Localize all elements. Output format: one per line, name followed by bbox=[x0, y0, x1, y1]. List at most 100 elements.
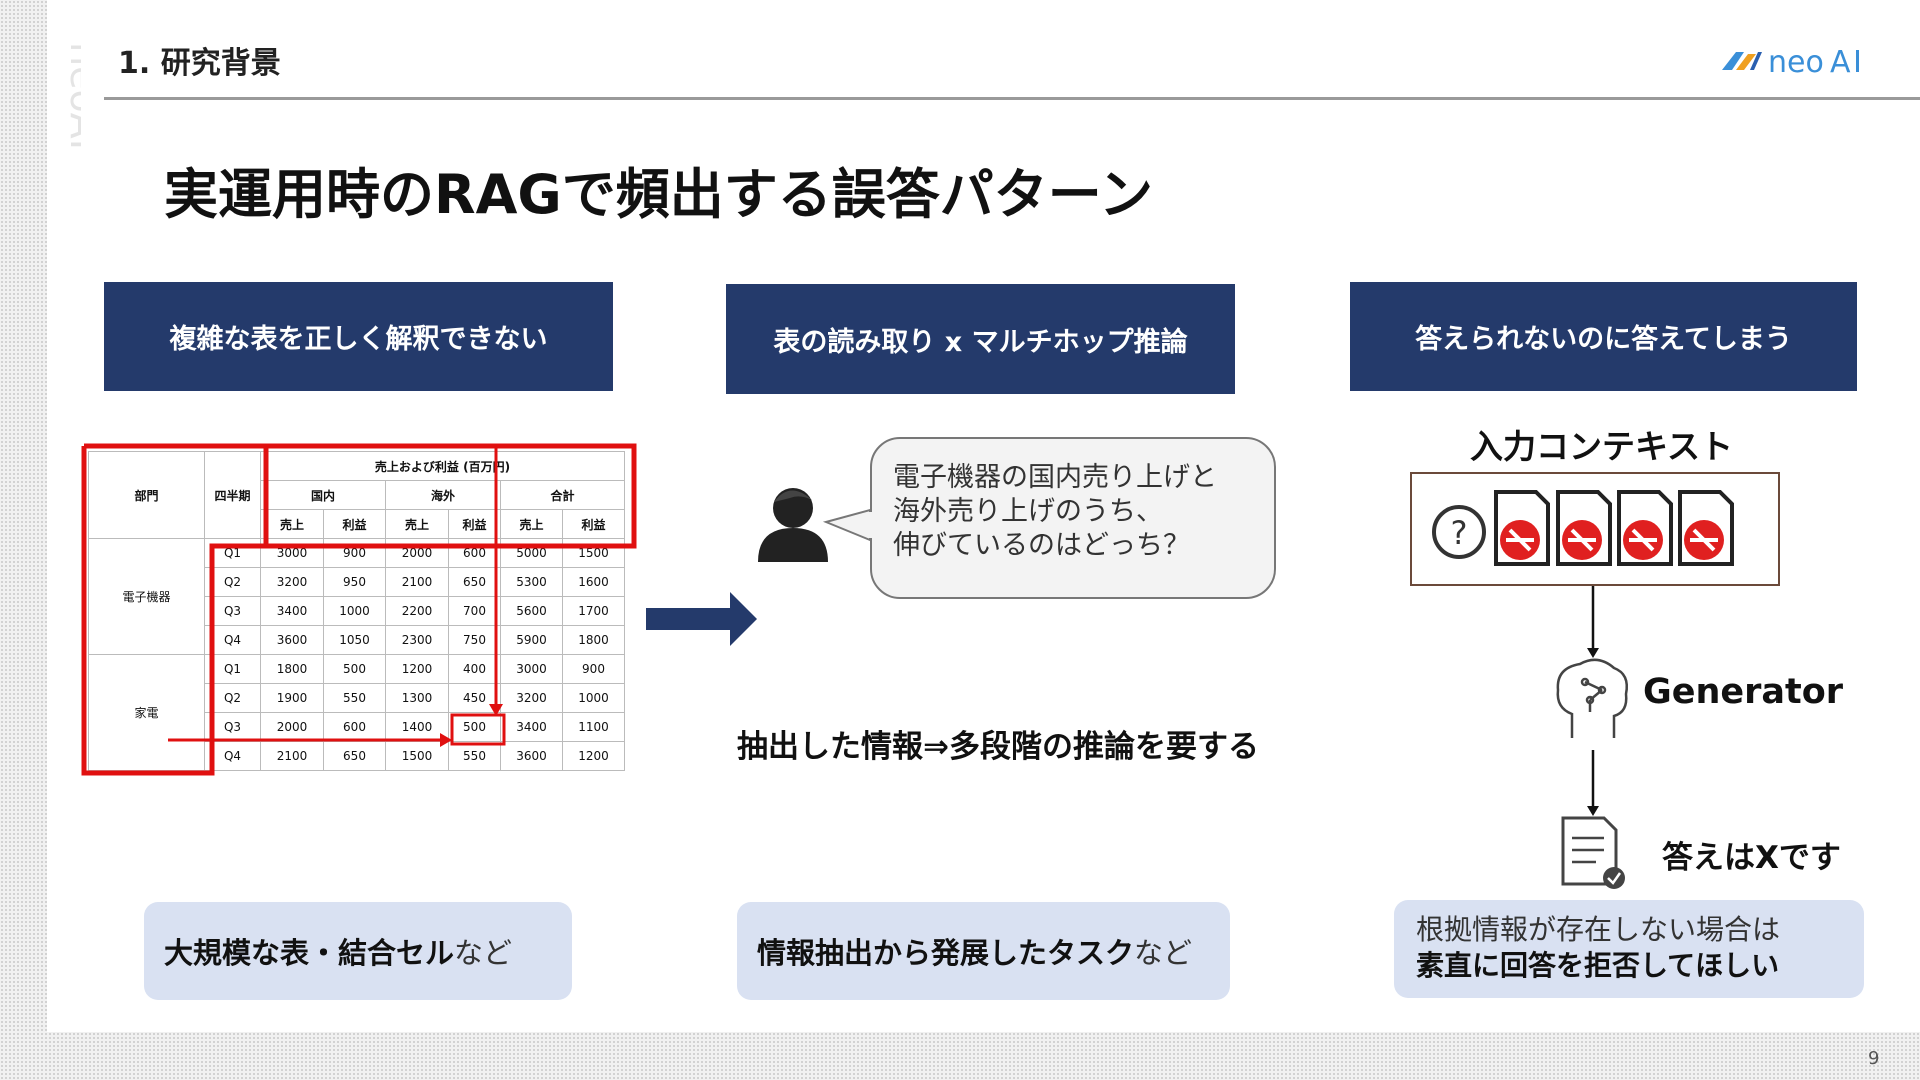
table-cell: 5300 bbox=[500, 567, 563, 597]
side-logo: neoAI bbox=[62, 42, 81, 150]
table-cell: 3600 bbox=[500, 741, 563, 771]
table-cell: 700 bbox=[448, 596, 501, 626]
table-cell: 1400 bbox=[385, 712, 449, 742]
pill-2-bold: 情報抽出から発展したタスク bbox=[757, 936, 1135, 970]
table-cell: 5600 bbox=[500, 596, 563, 626]
table-cell: 650 bbox=[323, 741, 386, 771]
table-cell: 1200 bbox=[562, 741, 625, 771]
region-header: 国内 bbox=[260, 480, 386, 510]
table-cell: 650 bbox=[448, 567, 501, 597]
table-cell: 1600 bbox=[562, 567, 625, 597]
svg-text:?: ? bbox=[1451, 514, 1468, 552]
table-cell: 500 bbox=[448, 712, 501, 742]
pill-2-tail: など bbox=[1134, 936, 1193, 970]
table-cell: 600 bbox=[323, 712, 386, 742]
pill-3-line-1: 根拠情報が存在しない場合は bbox=[1416, 913, 1781, 946]
region-header: 海外 bbox=[385, 480, 501, 510]
table-cell: 900 bbox=[323, 538, 386, 568]
pill-1-tail: など bbox=[454, 936, 513, 970]
quarter-cell: Q3 bbox=[204, 712, 261, 742]
table-cell: 1300 bbox=[385, 683, 449, 713]
table-cell: 1000 bbox=[323, 596, 386, 626]
answer-label: 答えはXです bbox=[1662, 840, 1841, 876]
quarter-cell: Q1 bbox=[204, 538, 261, 568]
sub-header: 利益 bbox=[562, 509, 625, 539]
table-cell: 950 bbox=[323, 567, 386, 597]
table-cell: 1900 bbox=[260, 683, 324, 713]
table-cell: 550 bbox=[448, 741, 501, 771]
table-cell: 2200 bbox=[385, 596, 449, 626]
sub-header: 利益 bbox=[323, 509, 386, 539]
table-cell: 1100 bbox=[562, 712, 625, 742]
dept-header: 部門 bbox=[88, 451, 205, 539]
question-line-3: 伸びているのはどっち？ bbox=[893, 530, 1190, 561]
reasoning-caption: 抽出した情報⇒多段階の推論を要する bbox=[737, 729, 1259, 765]
quarter-cell: Q3 bbox=[204, 596, 261, 626]
sub-header: 売上 bbox=[260, 509, 324, 539]
quarter-cell: Q1 bbox=[204, 654, 261, 684]
svg-text:neo: neo bbox=[1768, 45, 1824, 80]
pill-1-bold: 大規模な表・結合セル bbox=[164, 936, 455, 970]
svg-text:A: A bbox=[1830, 45, 1851, 80]
table-row: 電子機器 Q1 3000 900 2000 600 5000 1500 bbox=[88, 538, 625, 655]
table-cell: 1800 bbox=[260, 654, 324, 684]
data-table: 部門 四半期 売上および利益 (百万円) 国内 海外 合計 売上 利益 売上 利… bbox=[88, 451, 625, 771]
table-cell: 450 bbox=[448, 683, 501, 713]
document-blocked-icon bbox=[1617, 490, 1673, 566]
table-cell: 5900 bbox=[500, 625, 563, 655]
sub-header: 売上 bbox=[385, 509, 449, 539]
table-cell: 2000 bbox=[385, 538, 449, 568]
table-cell: 3200 bbox=[260, 567, 324, 597]
table-cell: 550 bbox=[323, 683, 386, 713]
question-icon: ? bbox=[1432, 505, 1486, 559]
table-cell: 1500 bbox=[562, 538, 625, 568]
table-row: 家電 Q1 1800 500 1200 400 3000 900 bbox=[88, 654, 625, 771]
quarter-cell: Q2 bbox=[204, 683, 261, 713]
question-text: 電子機器の国内売り上げと 海外売り上げのうち、 伸びているのはどっち？ bbox=[893, 461, 1217, 563]
table-cell: 600 bbox=[448, 538, 501, 568]
table-cell: 500 bbox=[323, 654, 386, 684]
column-header-2: 表の読み取り x マルチホップ推論 bbox=[726, 284, 1235, 394]
table-cell: 1000 bbox=[562, 683, 625, 713]
table-cell: 2100 bbox=[260, 741, 324, 771]
table-cell: 3600 bbox=[260, 625, 324, 655]
table-cell: 1200 bbox=[385, 654, 449, 684]
context-icons: ? bbox=[1432, 490, 1734, 566]
table-cell: 2300 bbox=[385, 625, 449, 655]
quarter-cell: Q2 bbox=[204, 567, 261, 597]
document-blocked-icon bbox=[1556, 490, 1612, 566]
quarter-cell: Q4 bbox=[204, 741, 261, 771]
table-cell: 1050 bbox=[323, 625, 386, 655]
table-cell: 3000 bbox=[260, 538, 324, 568]
table-cell: 2100 bbox=[385, 567, 449, 597]
section-label: 1. 研究背景 bbox=[118, 46, 281, 81]
quarter-cell: Q4 bbox=[204, 625, 261, 655]
document-blocked-icon bbox=[1494, 490, 1550, 566]
bottom-pill-2: 情報抽出から発展したタスクなど bbox=[737, 902, 1230, 1000]
table-cell: 5000 bbox=[500, 538, 563, 568]
question-line-2: 海外売り上げのうち、 bbox=[893, 496, 1163, 527]
column-header-3: 答えられないのに答えてしまう bbox=[1350, 282, 1857, 391]
sub-header: 売上 bbox=[500, 509, 563, 539]
context-box: ? bbox=[1410, 472, 1780, 586]
table-cell: 1500 bbox=[385, 741, 449, 771]
table-cell: 3400 bbox=[500, 712, 563, 742]
bottom-pill-3: 根拠情報が存在しない場合は 素直に回答を拒否してほしい bbox=[1394, 900, 1864, 998]
table-cell: 3000 bbox=[500, 654, 563, 684]
table-cell: 3200 bbox=[500, 683, 563, 713]
table-cell: 3400 bbox=[260, 596, 324, 626]
quarter-header: 四半期 bbox=[204, 451, 261, 539]
table-cell: 1700 bbox=[562, 596, 625, 626]
column-header-1: 複雑な表を正しく解釈できない bbox=[104, 282, 613, 391]
question-line-1: 電子機器の国内売り上げと bbox=[893, 462, 1217, 493]
slide-title: 実運用時のRAGで頻出する誤答パターン bbox=[164, 163, 1153, 226]
group-label: 家電 bbox=[88, 654, 205, 771]
group-header: 売上および利益 (百万円) bbox=[260, 451, 625, 481]
brand-logo: neo A bbox=[1722, 45, 1859, 80]
pill-3-line-2: 素直に回答を拒否してほしい bbox=[1416, 949, 1780, 982]
table-cell: 400 bbox=[448, 654, 501, 684]
svg-text:neoAI: neoAI bbox=[62, 42, 81, 150]
table-cell: 900 bbox=[562, 654, 625, 684]
header-divider bbox=[104, 97, 1920, 100]
group-label: 電子機器 bbox=[88, 538, 205, 655]
